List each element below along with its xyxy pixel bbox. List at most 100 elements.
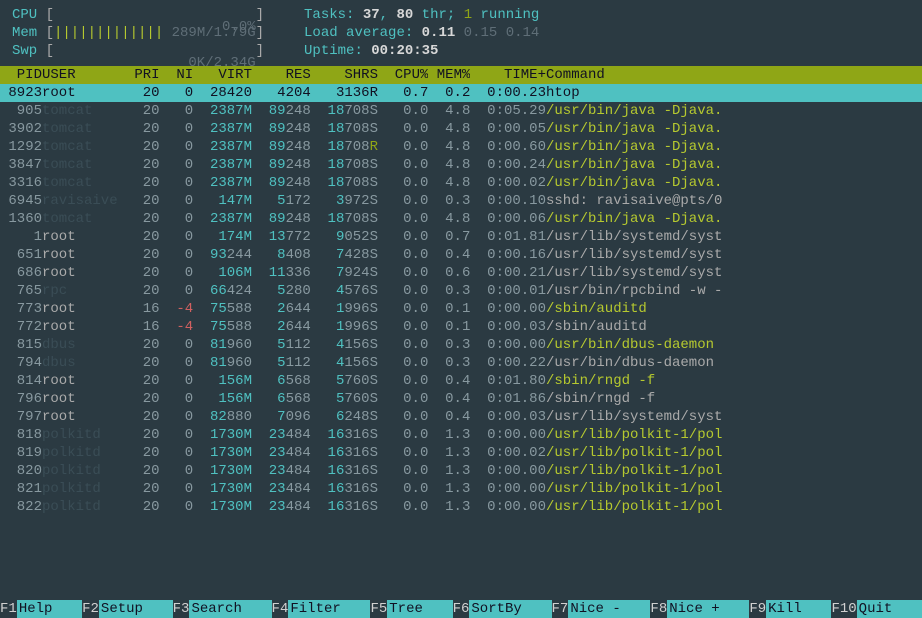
fkey-f9[interactable]: F9Kill — [749, 600, 831, 618]
col-mem%[interactable]: MEM% — [428, 66, 470, 84]
pid: 8923 — [0, 84, 42, 102]
process-row[interactable]: 765rpc2006642452804576S0.00.30:00.01/usr… — [0, 282, 922, 300]
mem-bar: ||||||||||||| — [54, 25, 163, 41]
col-command[interactable]: Command — [546, 66, 922, 84]
process-table[interactable]: PIDUSERPRINIVIRTRESSHRSCPU%MEM%TIME+Comm… — [0, 66, 922, 516]
ni: 0 — [160, 138, 194, 156]
process-row[interactable]: 3316tomcat2002387M8924818708S0.04.80:00.… — [0, 174, 922, 192]
virt: 93244 — [193, 246, 252, 264]
col-s[interactable]: S — [370, 66, 387, 84]
virt: 1730M — [193, 498, 252, 516]
tasks-label: Tasks: — [304, 7, 363, 23]
virt: 81960 — [193, 354, 252, 372]
process-row[interactable]: 3847tomcat2002387M8924818708S0.04.80:00.… — [0, 156, 922, 174]
process-row[interactable]: 821polkitd2001730M2348416316S0.01.30:00.… — [0, 480, 922, 498]
user: polkitd — [42, 498, 126, 516]
process-row[interactable]: 1360tomcat2002387M8924818708S0.04.80:00.… — [0, 210, 922, 228]
pri: 20 — [126, 210, 160, 228]
command: /usr/lib/systemd/syst — [546, 408, 922, 426]
ni: 0 — [160, 264, 194, 282]
fkey-f4[interactable]: F4Filter — [272, 600, 371, 618]
fkey-key: F2 — [82, 600, 99, 618]
process-row[interactable]: 6945ravisaive200147M51723972S0.00.30:00.… — [0, 192, 922, 210]
process-row[interactable]: 796root200156M65685760S0.00.40:01.86/sbi… — [0, 390, 922, 408]
mem: 0.3 — [428, 192, 470, 210]
shr: 4156 — [311, 354, 370, 372]
pri: 20 — [126, 174, 160, 192]
cpu: 0.0 — [386, 102, 428, 120]
pri: 20 — [126, 192, 160, 210]
pid: 1 — [0, 228, 42, 246]
col-pri[interactable]: PRI — [126, 66, 160, 84]
col-time+[interactable]: TIME+ — [470, 66, 546, 84]
mem: 0.1 — [428, 318, 470, 336]
fkey-f10[interactable]: F10Quit — [831, 600, 922, 618]
user: root — [42, 300, 126, 318]
fkey-label: Nice + — [667, 600, 749, 618]
process-row[interactable]: 3902tomcat2002387M8924818708S0.04.80:00.… — [0, 120, 922, 138]
col-pid[interactable]: PID — [0, 66, 42, 84]
col-cpu%[interactable]: CPU% — [386, 66, 428, 84]
pri: 20 — [126, 102, 160, 120]
process-row[interactable]: 905tomcat2002387M8924818708S0.04.80:05.2… — [0, 102, 922, 120]
fkey-f6[interactable]: F6SortBy — [453, 600, 552, 618]
user: polkitd — [42, 480, 126, 498]
pri: 20 — [126, 228, 160, 246]
user: tomcat — [42, 210, 126, 228]
state: S — [370, 102, 387, 120]
process-row[interactable]: 772root16-47558826441996S0.00.10:00.03/s… — [0, 318, 922, 336]
command: /sbin/rngd -f — [546, 390, 922, 408]
col-res[interactable]: RES — [252, 66, 311, 84]
process-row[interactable]: 773root16-47558826441996S0.00.10:00.00/s… — [0, 300, 922, 318]
fkey-f3[interactable]: F3Search — [173, 600, 272, 618]
process-row[interactable]: 686root200106M113367924S0.00.60:00.21/us… — [0, 264, 922, 282]
process-row[interactable]: 815dbus2008196051124156S0.00.30:00.00/us… — [0, 336, 922, 354]
fkey-key: F6 — [453, 600, 470, 618]
col-shr[interactable]: SHR — [311, 66, 370, 84]
process-row[interactable]: 822polkitd2001730M2348416316S0.01.30:00.… — [0, 498, 922, 516]
mem: 0.2 — [428, 84, 470, 102]
process-row[interactable]: 797root2008288070966248S0.00.40:00.03/us… — [0, 408, 922, 426]
res: 89248 — [252, 120, 311, 138]
process-row[interactable]: 1292tomcat2002387M8924818708R0.04.80:00.… — [0, 138, 922, 156]
mem: 4.8 — [428, 210, 470, 228]
time: 0:00.24 — [470, 156, 546, 174]
command: /usr/bin/dbus-daemon — [546, 336, 922, 354]
res: 13772 — [252, 228, 311, 246]
command: /usr/lib/polkit-1/pol — [546, 480, 922, 498]
ni: -4 — [160, 300, 194, 318]
cpu: 0.0 — [386, 480, 428, 498]
pid: 819 — [0, 444, 42, 462]
process-row[interactable]: 1root200174M137729052S0.00.70:01.81/usr/… — [0, 228, 922, 246]
fkey-f8[interactable]: F8Nice + — [650, 600, 749, 618]
process-row[interactable]: 651root2009324484087428S0.00.40:00.16/us… — [0, 246, 922, 264]
fkey-f7[interactable]: F7Nice - — [552, 600, 651, 618]
ni: 0 — [160, 480, 194, 498]
state: S — [370, 300, 387, 318]
process-row[interactable]: 820polkitd2001730M2348416316S0.01.30:00.… — [0, 462, 922, 480]
fkey-f2[interactable]: F2Setup — [82, 600, 173, 618]
pri: 20 — [126, 246, 160, 264]
process-row[interactable]: 814root200156M65685760S0.00.40:01.80/sbi… — [0, 372, 922, 390]
process-row[interactable]: 819polkitd2001730M2348416316S0.01.30:00.… — [0, 444, 922, 462]
shr: 1996 — [311, 318, 370, 336]
res: 89248 — [252, 156, 311, 174]
process-row[interactable]: 8923root2002842042043136R0.70.20:00.23ht… — [0, 84, 922, 102]
command: /usr/bin/java -Djava. — [546, 210, 922, 228]
ni: 0 — [160, 444, 194, 462]
time: 0:00.02 — [470, 444, 546, 462]
res: 5112 — [252, 354, 311, 372]
time: 0:00.02 — [470, 174, 546, 192]
pri: 20 — [126, 498, 160, 516]
process-row[interactable]: 818polkitd2001730M2348416316S0.01.30:00.… — [0, 426, 922, 444]
mem-meter: Mem[|||||||||||||289M/1.79G] Load averag… — [12, 24, 910, 42]
col-user[interactable]: USER — [42, 66, 126, 84]
fkey-f5[interactable]: F5Tree — [370, 600, 452, 618]
pid: 820 — [0, 462, 42, 480]
process-header[interactable]: PIDUSERPRINIVIRTRESSHRSCPU%MEM%TIME+Comm… — [0, 66, 922, 84]
mem: 0.4 — [428, 372, 470, 390]
fkey-f1[interactable]: F1Help — [0, 600, 82, 618]
process-row[interactable]: 794dbus2008196051124156S0.00.30:00.22/us… — [0, 354, 922, 372]
fkey-key: F8 — [650, 600, 667, 618]
res: 89248 — [252, 210, 311, 228]
